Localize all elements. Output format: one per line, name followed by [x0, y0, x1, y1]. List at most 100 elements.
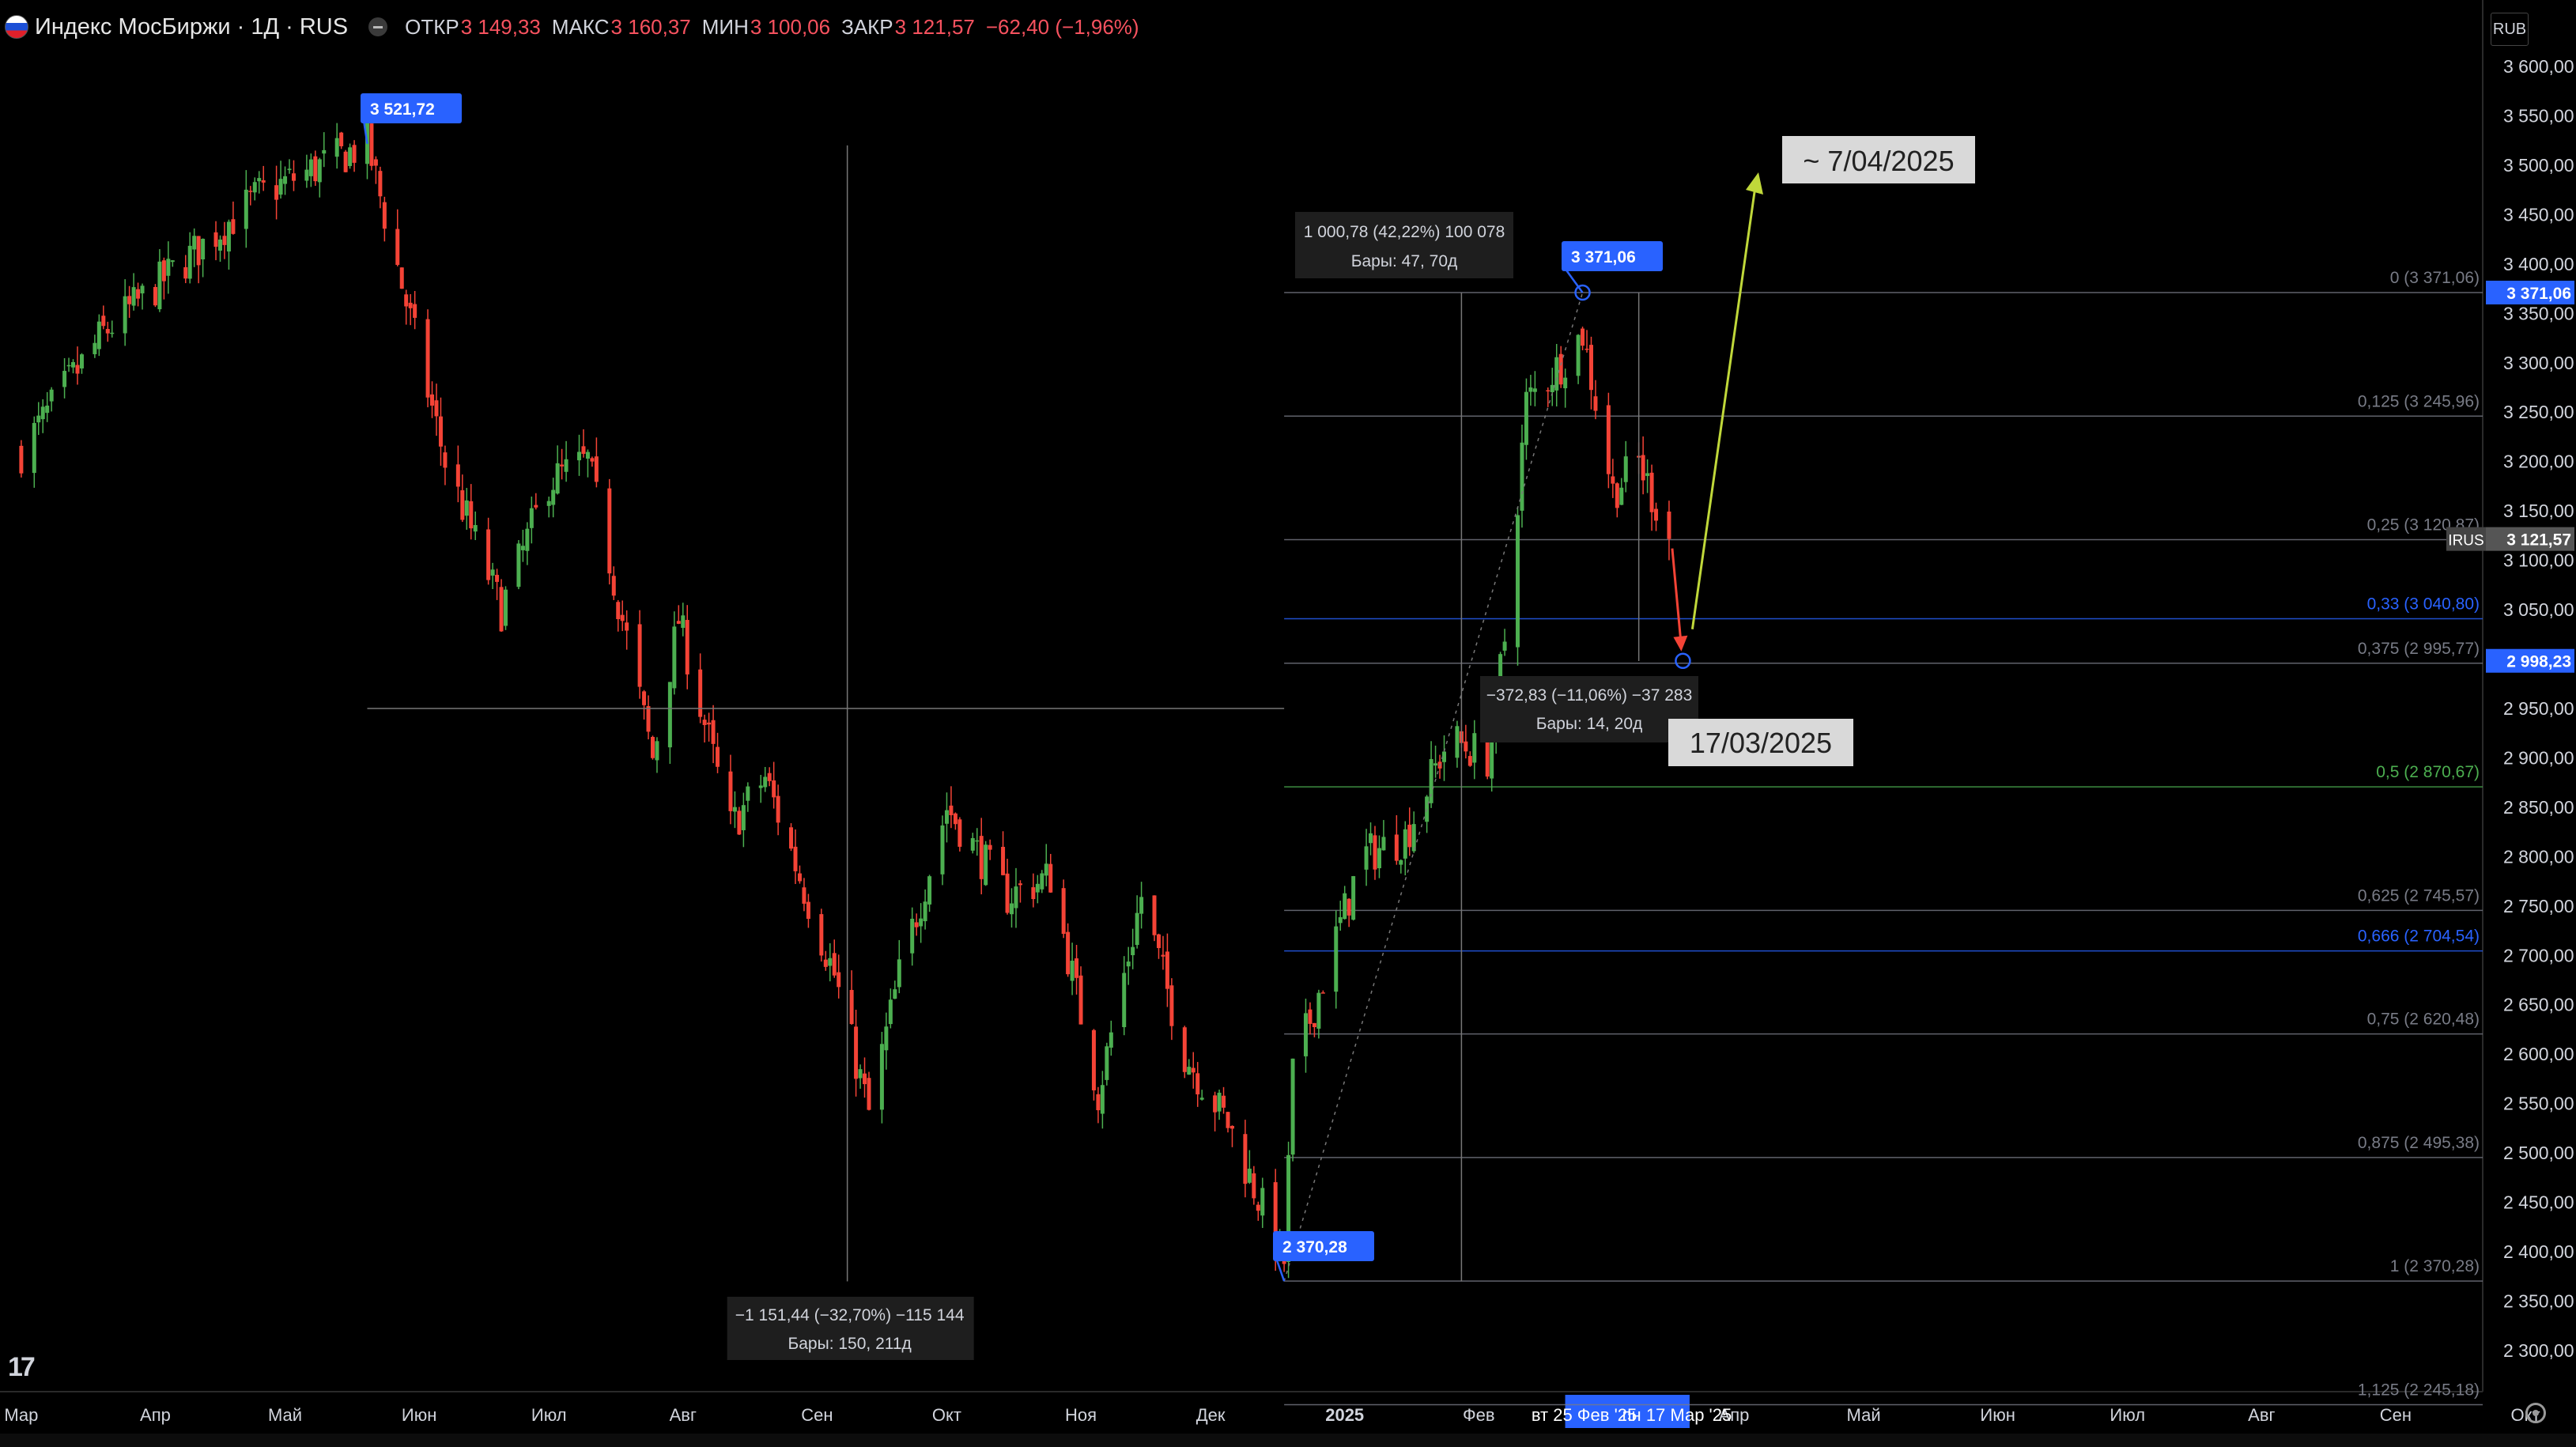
candle — [879, 1031, 884, 1124]
candle-body — [888, 999, 893, 1025]
candle-body — [460, 490, 465, 520]
candle — [1528, 375, 1533, 406]
candle — [1213, 1091, 1218, 1132]
candle — [858, 1064, 863, 1089]
candle-body — [369, 123, 374, 166]
candle-body — [828, 958, 833, 966]
time-tick-label: Дек — [1196, 1405, 1226, 1425]
gear-icon[interactable] — [2525, 1403, 2546, 1423]
candle — [460, 474, 465, 523]
candle-body — [287, 168, 292, 171]
time-tick-label: Июл — [2110, 1405, 2145, 1425]
candle — [611, 566, 616, 600]
candle-body — [1654, 508, 1659, 521]
measure-info-bars: Бары: 14, 20д — [1536, 715, 1643, 733]
candle-body — [651, 737, 655, 758]
candle-body — [1096, 1094, 1101, 1111]
candle — [1226, 1112, 1230, 1133]
candle-body — [1312, 1022, 1316, 1027]
candle-body — [975, 840, 980, 842]
candle-body — [858, 1069, 863, 1079]
candle-body — [283, 176, 288, 184]
candle — [590, 456, 595, 467]
candle-body — [499, 587, 504, 632]
down-arrow-head — [1673, 635, 1688, 652]
candle — [1070, 943, 1075, 996]
price-tick-label: 3 600,00 — [2503, 56, 2574, 77]
symbol-tag-text: IRUS — [2448, 533, 2483, 550]
candle-body — [187, 245, 192, 279]
candle-body — [1156, 934, 1161, 948]
candle — [594, 437, 599, 488]
candle-body — [893, 989, 897, 999]
candle — [1472, 720, 1477, 780]
candle-body — [594, 456, 599, 482]
candle — [469, 484, 474, 540]
candle-body — [581, 446, 586, 454]
candle — [343, 149, 348, 173]
candle-body — [226, 221, 231, 252]
candle-body — [919, 918, 924, 927]
candle-body — [1243, 1134, 1248, 1184]
candle — [672, 611, 677, 695]
price-tick-label: 3 500,00 — [2503, 155, 2574, 176]
time-tick-label: Апр — [140, 1405, 171, 1425]
candle — [1131, 928, 1135, 969]
candle-body — [1100, 1085, 1105, 1114]
candle — [1308, 1002, 1313, 1035]
fib-level-label: 0 (3 371,06) — [2390, 269, 2480, 287]
candle — [1381, 820, 1386, 851]
candle — [252, 177, 257, 201]
bottom-toolbar — [0, 1434, 2576, 1447]
candle-body — [1001, 847, 1006, 875]
candle-body — [1226, 1112, 1230, 1128]
candle — [1606, 392, 1611, 489]
candle-body — [1247, 1169, 1252, 1183]
candle — [560, 448, 565, 480]
candle — [1502, 629, 1507, 656]
candle — [1182, 1026, 1187, 1079]
candle-body — [655, 741, 659, 761]
candle-body — [1256, 1204, 1260, 1211]
candle — [1403, 821, 1407, 876]
candle — [763, 766, 768, 792]
tradingview-logo-icon[interactable]: 17 — [8, 1352, 36, 1383]
label-text: 3 521,72 — [370, 100, 435, 119]
candle — [1005, 859, 1010, 915]
candle — [577, 434, 582, 476]
candle — [1334, 910, 1339, 1009]
candle-body — [473, 525, 478, 532]
candle-body — [153, 286, 157, 306]
time-tick-label: Авг — [2248, 1405, 2275, 1425]
candle-body — [464, 500, 469, 516]
candle-body — [772, 780, 776, 798]
candle-body — [1407, 824, 1412, 848]
price-tick-label: 2 450,00 — [2503, 1192, 2574, 1213]
candle-body — [1399, 860, 1403, 865]
candle-body — [837, 972, 841, 988]
candle — [287, 159, 292, 174]
candle-body — [863, 1073, 867, 1085]
candle — [676, 605, 681, 625]
price-tick-label: 2 950,00 — [2503, 698, 2574, 719]
candle-body — [1433, 763, 1438, 766]
candle — [949, 786, 954, 829]
candle-body — [642, 691, 647, 705]
candlestick-chart[interactable]: 3 600,00 3 550,00 3 500,00 3 450,00 3 400,00… — [0, 0, 2576, 1447]
candle-body — [732, 807, 737, 812]
candle-body — [1213, 1095, 1218, 1113]
candle-body — [1191, 1067, 1195, 1073]
candle-body — [767, 773, 772, 781]
candle — [382, 196, 387, 242]
candle — [373, 156, 378, 184]
candle — [1611, 459, 1615, 498]
candle-body — [183, 266, 188, 279]
candle-body — [819, 914, 824, 956]
candle — [187, 232, 192, 284]
candle — [520, 530, 525, 562]
candle — [473, 511, 478, 541]
candle — [741, 792, 746, 848]
candle — [1078, 966, 1083, 1025]
measure-info-text: −1 151,44 (−32,70%) −115 144 — [735, 1306, 965, 1324]
candle-body — [408, 302, 413, 308]
